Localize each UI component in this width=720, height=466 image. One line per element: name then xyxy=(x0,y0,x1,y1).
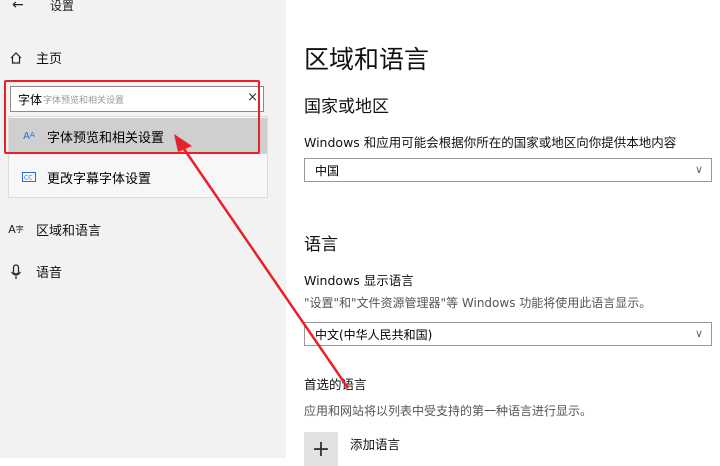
close-icon[interactable]: × xyxy=(247,90,258,105)
display-language-label: Windows 显示语言 xyxy=(304,273,414,288)
display-language-desc: "设置"和"文件资源管理器"等 Windows 功能将使用此语言显示。 xyxy=(304,296,652,310)
back-arrow-icon[interactable]: ← xyxy=(12,0,28,13)
search-autocomplete-ghost: 字体预览和相关设置 xyxy=(43,95,125,106)
page-title: 区域和语言 xyxy=(304,45,430,74)
chevron-down-icon: ∨ xyxy=(694,327,703,340)
sidebar-item-label: 区域和语言 xyxy=(36,224,102,239)
suggestion-caption-font[interactable]: CC 更改字幕字体设置 xyxy=(9,159,267,195)
font-icon: AA xyxy=(23,130,35,142)
microphone-icon xyxy=(8,263,24,280)
search-input[interactable]: 字体 字体预览和相关设置 × xyxy=(10,86,264,112)
caption-icon: CC xyxy=(21,172,37,182)
title-bar: ← 设置 xyxy=(12,0,74,16)
window-title: 设置 xyxy=(50,0,75,13)
preferred-language-label: 首选的语言 xyxy=(304,377,367,392)
region-language-icon: A字 xyxy=(8,223,24,236)
section-heading-language: 语言 xyxy=(304,235,338,255)
add-language-label[interactable]: 添加语言 xyxy=(350,434,400,453)
preferred-language-desc: 应用和网站将以列表中受支持的第一种语言进行显示。 xyxy=(304,404,593,418)
sidebar-item-home[interactable]: 主页 xyxy=(8,48,62,67)
svg-text:CC: CC xyxy=(24,175,32,182)
add-language-button[interactable]: + xyxy=(304,432,338,466)
suggestion-font-settings[interactable]: AA 字体预览和相关设置 xyxy=(9,118,267,154)
chevron-down-icon: ∨ xyxy=(694,163,703,176)
main-panel: 区域和语言 国家或地区 Windows 和应用可能会根据你所在的国家或地区向你提… xyxy=(286,0,720,466)
section-heading-country: 国家或地区 xyxy=(304,97,389,117)
home-icon xyxy=(8,51,24,65)
search-suggestions: AA 字体预览和相关设置 CC 更改字幕字体设置 xyxy=(8,116,268,198)
sidebar-item-label: 主页 xyxy=(36,52,63,67)
country-select-value: 中国 xyxy=(315,163,340,178)
sidebar-item-label: 语音 xyxy=(36,266,63,281)
sidebar-item-region-language[interactable]: A字 区域和语言 xyxy=(8,220,101,239)
suggestion-label: 更改字幕字体设置 xyxy=(47,171,152,187)
country-select[interactable]: 中国 ∨ xyxy=(304,158,712,182)
display-language-value: 中文(中华人民共和国) xyxy=(315,327,433,342)
country-label: Windows 和应用可能会根据你所在的国家或地区向你提供本地内容 xyxy=(304,135,677,150)
sidebar-item-speech[interactable]: 语音 xyxy=(8,262,62,281)
search-value: 字体 xyxy=(18,92,43,107)
suggestion-label: 字体预览和相关设置 xyxy=(47,130,165,146)
sidebar: ← 设置 主页 字体 字体预览和相关设置 × AA 字体预览和相关设置 CC 更… xyxy=(0,0,286,458)
display-language-select[interactable]: 中文(中华人民共和国) ∨ xyxy=(304,322,712,346)
